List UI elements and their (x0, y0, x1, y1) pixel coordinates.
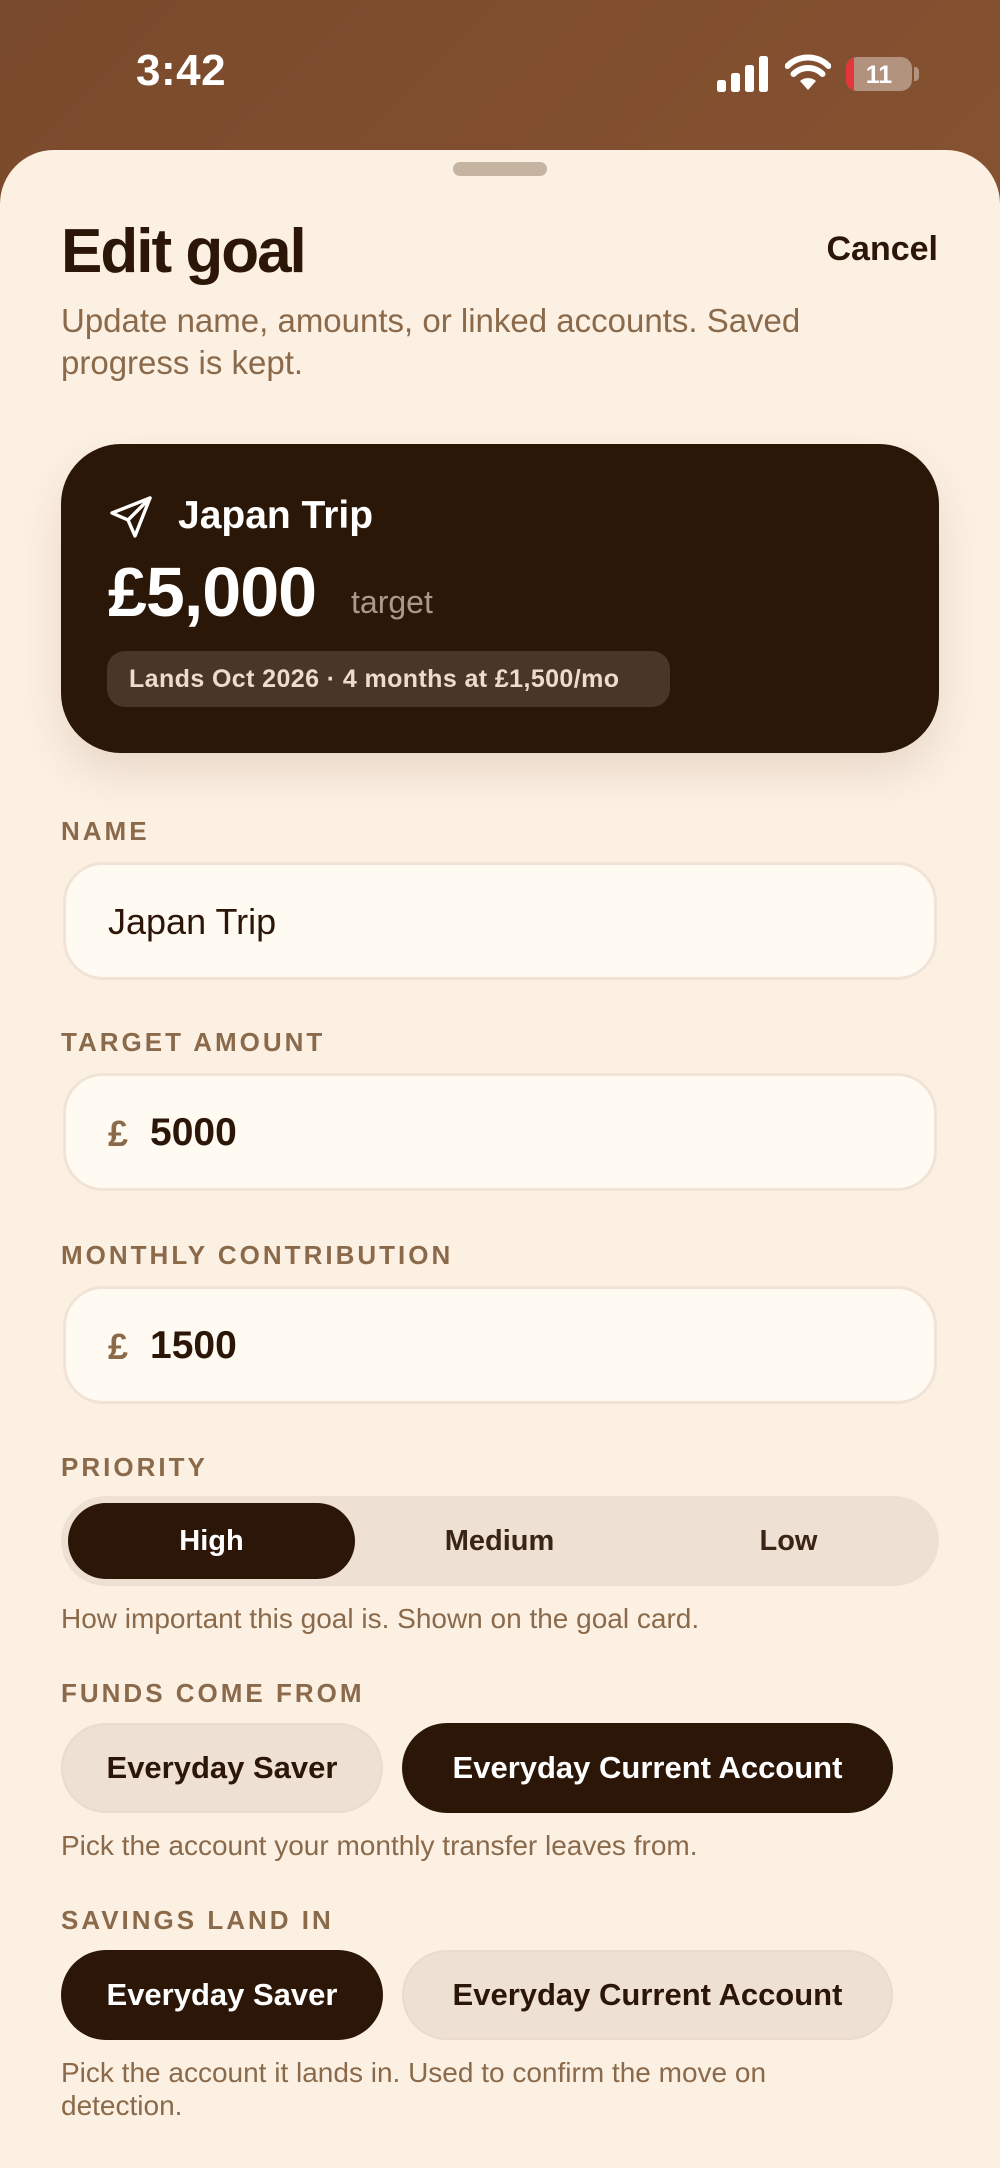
funds-from-help: Pick the account your monthly transfer l… (61, 1830, 698, 1861)
goal-preview-amount-suffix: target (351, 584, 433, 620)
target-currency-symbol: £ (108, 1113, 129, 1154)
name-label: NAME (61, 816, 150, 846)
name-field-value: Japan Trip (108, 901, 277, 942)
status-time: 3:42 (136, 46, 227, 95)
status-bar: 3:42 11 (0, 0, 1000, 150)
monthly-currency-symbol: £ (108, 1326, 129, 1367)
priority-help: How important this goal is. Shown on the… (61, 1603, 700, 1634)
priority-option-high[interactable]: High (68, 1503, 355, 1579)
funds-from-everyday-saver[interactable]: Everyday Saver (61, 1723, 383, 1813)
battery-cap (914, 67, 919, 81)
goal-preview-card: Japan Trip £5,000 target Lands Oct 2026 … (61, 444, 939, 753)
priority-label: PRIORITY (61, 1452, 208, 1482)
monthly-contribution-label: MONTHLY CONTRIBUTION (61, 1240, 454, 1270)
target-amount-field[interactable]: £ 5000 (63, 1073, 937, 1191)
cancel-button[interactable]: Cancel (827, 230, 939, 269)
target-amount-value: 5000 (150, 1111, 237, 1154)
monthly-contribution-field[interactable]: £ 1500 (63, 1286, 937, 1404)
battery-icon: 11 (846, 57, 912, 91)
priority-option-low[interactable]: Low (645, 1503, 932, 1579)
name-field[interactable]: Japan Trip (63, 862, 937, 980)
target-amount-label: TARGET AMOUNT (61, 1027, 326, 1057)
paper-plane-icon (110, 496, 152, 538)
sheet-grabber[interactable] (453, 162, 547, 176)
funds-from-label: FUNDS COME FROM (61, 1678, 365, 1708)
page-title: Edit goal (61, 217, 307, 286)
edit-goal-sheet: Edit goal Cancel Update name, amounts, o… (0, 150, 1000, 2168)
savings-land-everyday-saver[interactable]: Everyday Saver (61, 1950, 383, 2040)
savings-land-label: SAVINGS LAND IN (61, 1905, 334, 1935)
page-subtitle: Update name, amounts, or linked accounts… (61, 302, 801, 381)
wifi-icon (785, 54, 831, 90)
battery-level: 11 (865, 61, 893, 89)
priority-option-medium[interactable]: Medium (356, 1503, 643, 1579)
monthly-contribution-value: 1500 (150, 1324, 237, 1367)
cellular-signal-icon (717, 56, 768, 92)
goal-preview-summary: Lands Oct 2026 · 4 months at £1,500/mo (107, 651, 670, 707)
goal-preview-name: Japan Trip (178, 494, 374, 537)
savings-land-everyday-current-account[interactable]: Everyday Current Account (402, 1950, 893, 2040)
priority-segmented-control: High Medium Low (61, 1496, 939, 1586)
goal-preview-amount: £5,000 (108, 553, 317, 631)
savings-land-help: Pick the account it lands in. Used to co… (61, 2057, 767, 2121)
funds-from-everyday-current-account[interactable]: Everyday Current Account (402, 1723, 893, 1813)
